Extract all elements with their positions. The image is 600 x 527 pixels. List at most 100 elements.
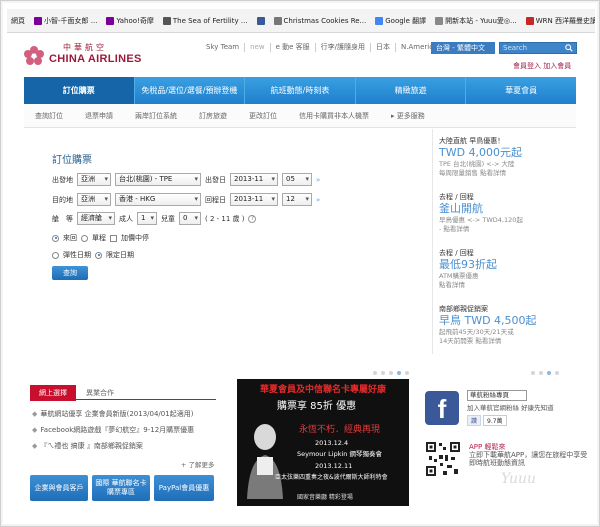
fan-page-select[interactable]: 華航粉絲專頁: [467, 390, 527, 401]
tab-partners[interactable]: 異業合作: [86, 388, 114, 398]
news-text: Facebook網路遊戲『夢幻航空』9-12月購票優惠: [40, 426, 195, 434]
subnav-item[interactable]: 查詢訂位: [24, 111, 74, 121]
top-link[interactable]: e 動e 客服: [271, 43, 316, 52]
like-button[interactable]: 讚: [467, 415, 482, 426]
bookmark-item[interactable]: 小智-千面女郎 ...: [31, 14, 100, 28]
booking-panel: 訂位購票 出發地 亞洲 台北(桃園) - TPE 出發日 2013-11 05 …: [24, 129, 432, 354]
flex-date-label: 彈性日期: [63, 251, 91, 259]
bookmark-item[interactable]: 開新本站 - Yuuu愛◎...: [432, 14, 520, 28]
top-link[interactable]: 日本: [371, 43, 397, 52]
member-login-link[interactable]: 會員登入: [513, 62, 541, 70]
depart-date-label: 出發日: [205, 175, 226, 184]
ad-date: 2013.12.11: [315, 462, 353, 470]
news-item[interactable]: ◆ 華航網站優享 企業會員新版(2013/04/01起適用): [32, 409, 193, 419]
roundtrip-radio[interactable]: [52, 234, 59, 242]
nav-travel[interactable]: 精緻旅遊: [356, 77, 467, 104]
cabin-select[interactable]: 經濟艙: [77, 212, 115, 225]
carousel-dot[interactable]: [555, 371, 559, 375]
origin-region-select[interactable]: 亞洲: [77, 173, 111, 186]
subnav-item[interactable]: 兩岸訂位系統: [124, 111, 188, 121]
destination-city-select[interactable]: 香港 - HKG: [115, 193, 201, 206]
app-title[interactable]: APP 輕鬆來: [469, 443, 591, 451]
carousel-dot[interactable]: [381, 371, 385, 375]
depart-day-select[interactable]: 05: [282, 173, 312, 186]
carousel-dot[interactable]: [397, 371, 401, 375]
subnav-item[interactable]: 信用卡購買非本人機票: [288, 111, 380, 121]
top-link[interactable]: new: [245, 43, 271, 52]
calendar-icon[interactable]: »: [316, 176, 320, 184]
bookmark-item[interactable]: Yahoo!奇摩: [103, 14, 156, 28]
concert-ad-banner[interactable]: 華夏會員及中信聯名卡專屬好康 購票享 85折 優惠 永恆不朽．經典再現 2013…: [237, 379, 409, 506]
subnav-item[interactable]: 訂房旅遊: [188, 111, 238, 121]
child-age-note: ( 2 - 11 歲 ): [205, 214, 245, 223]
carousel-dot[interactable]: [547, 371, 551, 375]
promo-line: 早鳥優惠 <-> TWD4,120起: [439, 216, 523, 224]
region-selector[interactable]: 台灣 - 繁體中文: [431, 42, 495, 54]
fixed-date-label: 限定日期: [106, 251, 134, 259]
return-month-select[interactable]: 2013-11: [230, 193, 278, 206]
carousel-dot[interactable]: [531, 371, 535, 375]
search-icon[interactable]: [565, 44, 573, 52]
carousel-dot[interactable]: [539, 371, 543, 375]
bookmark-item[interactable]: WRN 西洋羅曼史讀...: [523, 14, 595, 28]
child-count-select[interactable]: 0: [179, 212, 201, 225]
help-icon[interactable]: ?: [248, 214, 257, 223]
destination-label: 目的地: [52, 195, 73, 204]
subnav-more-label: 更多服務: [396, 111, 425, 120]
promo-card[interactable]: 去程 / 回程 釜山開航 早鳥優惠 <-> TWD4,120起 - 點看詳情: [439, 193, 571, 234]
flex-date-radio[interactable]: [52, 251, 59, 259]
depart-month-select[interactable]: 2013-11: [230, 173, 278, 186]
facebook-icon[interactable]: f: [425, 391, 459, 425]
nav-flight-status[interactable]: 航班動態/時刻表: [245, 77, 356, 104]
promo-title: 去程 / 回程: [439, 249, 474, 257]
destination-region-select[interactable]: 亞洲: [77, 193, 111, 206]
carousel-dot[interactable]: [389, 371, 393, 375]
promo-price: 早鳥 TWD 4,500起: [439, 314, 537, 327]
nav-dynasty-member[interactable]: 華夏會員: [466, 77, 576, 104]
oneway-radio[interactable]: [81, 234, 88, 242]
bookmark-item[interactable]: The Sea of Fertility ...: [160, 15, 251, 27]
fixed-date-radio[interactable]: [95, 251, 102, 259]
promotions-column: 大陸直航 早鳥優惠！ TWD 4,000元起 TPE 台北(桃園) <-> 大陸…: [432, 129, 576, 354]
ad-performer: Seymour Lipkin 鋼琴獨奏會: [297, 450, 382, 458]
top-link[interactable]: Sky Team: [201, 43, 246, 52]
tab-underline: [30, 399, 216, 400]
origin-city-select[interactable]: 台北(桃園) - TPE: [115, 173, 201, 186]
stopover-checkbox[interactable]: [110, 234, 117, 242]
paypal-button[interactable]: PayPal會員優惠: [154, 475, 214, 501]
co-brand-card-button[interactable]: 國際 華航聯名卡 購票專區: [92, 475, 150, 501]
yahoo-icon: [34, 16, 42, 25]
qr-code-icon[interactable]: [425, 441, 461, 477]
query-button[interactable]: 查詢: [52, 266, 88, 280]
adult-count-select[interactable]: 1: [137, 212, 157, 225]
subnav-item[interactable]: 退票申請: [74, 111, 124, 121]
bookmark-item[interactable]: Google 翻譯: [372, 14, 429, 28]
subnav-item[interactable]: ▸ 更多服務: [380, 111, 436, 121]
promo-card[interactable]: 南部鄉親促銷案 早鳥 TWD 4,500起 起飛前45天/30天/21天或 14…: [439, 305, 571, 346]
member-links: 會員登入 加入會員: [513, 61, 571, 71]
carousel-dots: [531, 371, 559, 375]
adult-label: 成人: [119, 214, 133, 223]
calendar-icon[interactable]: »: [316, 196, 320, 204]
return-day-select[interactable]: 12: [282, 193, 312, 206]
logo-english-text: CHINA AIRLINES: [49, 53, 142, 65]
promo-price: 最低93折起: [439, 258, 497, 271]
subnav-item[interactable]: 更改訂位: [238, 111, 288, 121]
app-promo: APP 輕鬆來 立即下載華航APP，讓您在旅程中享受即時航班動態資訊: [469, 443, 591, 467]
join-member-link[interactable]: 加入會員: [543, 62, 571, 70]
promo-card[interactable]: 去程 / 回程 最低93折起 ATM購票優惠 點看詳情: [439, 249, 571, 290]
nav-duty-free[interactable]: 免稅品/選位/選餐/預辦登機: [135, 77, 246, 104]
china-airlines-logo[interactable]: 中華航空 CHINA AIRLINES: [23, 41, 163, 73]
nav-booking[interactable]: 訂位購票: [24, 77, 135, 104]
corporate-button[interactable]: 企業與會員客戶: [30, 475, 88, 501]
more-link[interactable]: + 了解更多: [181, 459, 215, 469]
news-item[interactable]: ◆ Facebook網路遊戲『夢幻航空』9-12月購票優惠: [32, 425, 194, 435]
bullet-icon: ◆: [32, 410, 38, 418]
bookmark-item[interactable]: Christmas Cookies Re...: [271, 15, 370, 27]
top-link[interactable]: 行李/護隨身用: [316, 43, 372, 52]
carousel-dot[interactable]: [405, 371, 409, 375]
carousel-dot[interactable]: [373, 371, 377, 375]
promo-card[interactable]: 大陸直航 早鳥優惠！ TWD 4,000元起 TPE 台北(桃園) <-> 大陸…: [439, 137, 571, 178]
news-item[interactable]: ◆ 『ㄟ禮也 搞康 』南部鄉親促銷案: [32, 441, 143, 451]
bookmark-item[interactable]: [254, 15, 268, 27]
